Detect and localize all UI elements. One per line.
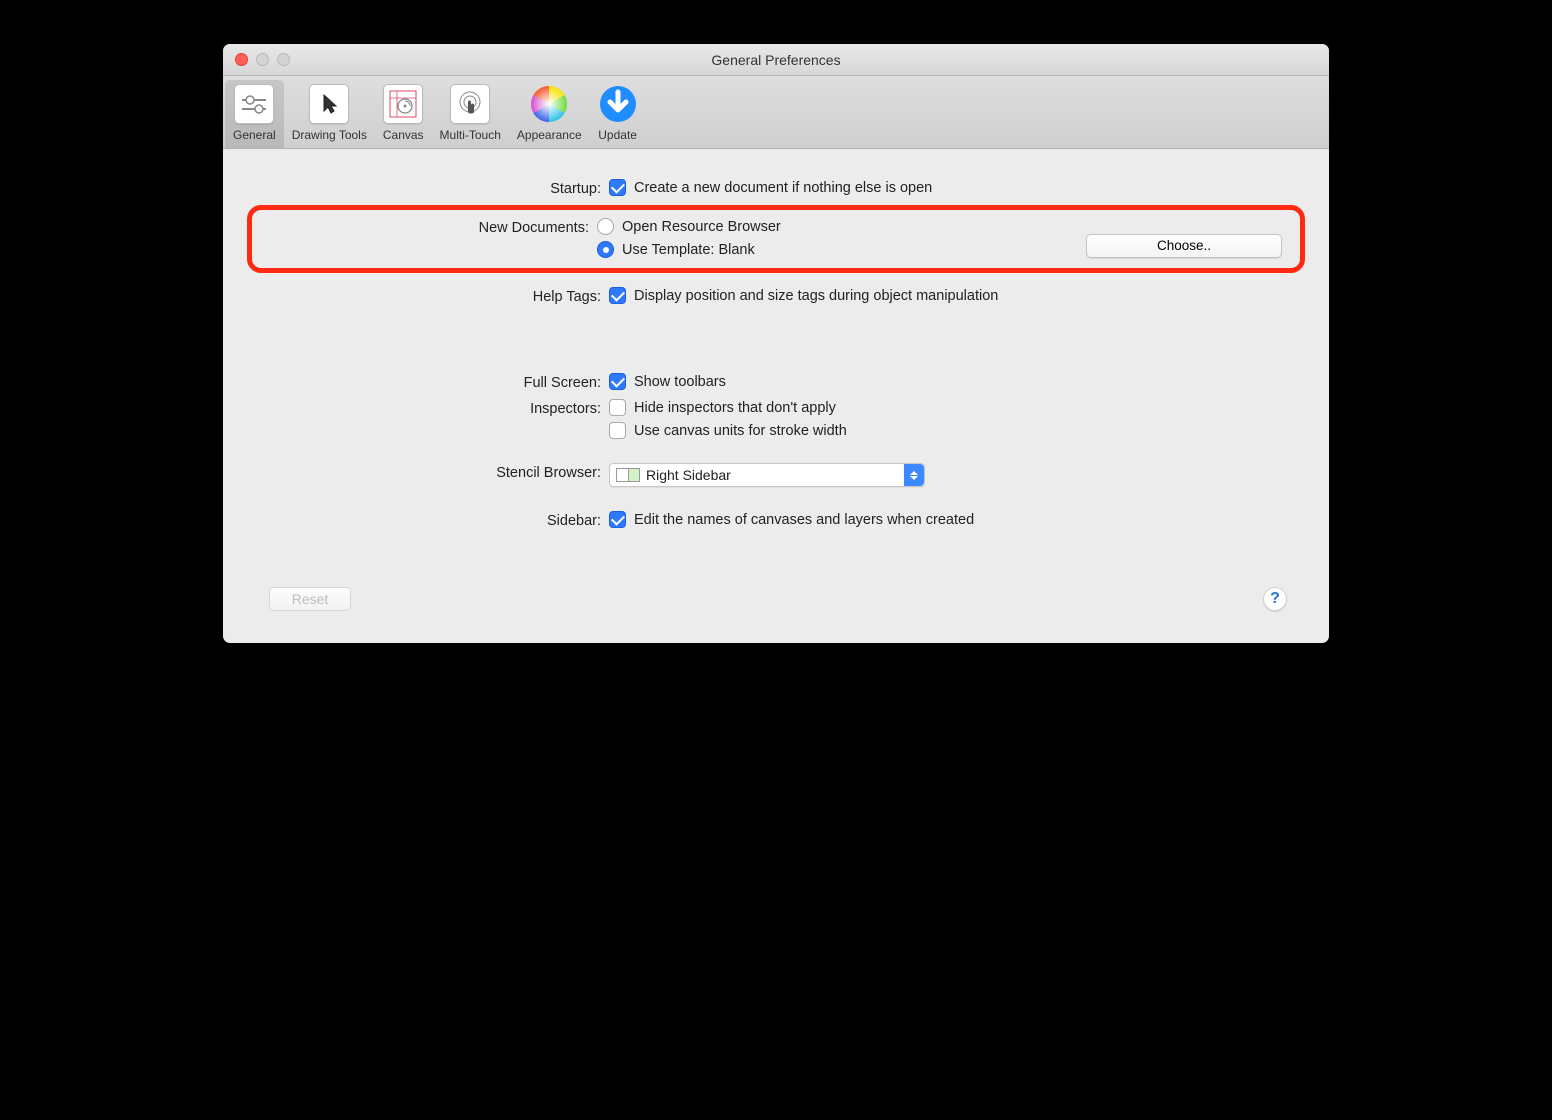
chevron-up-down-icon [904, 464, 924, 486]
startup-label: Startup: [247, 179, 609, 197]
checkbox-label: Show toolbars [634, 374, 726, 390]
new-documents-label: New Documents: [252, 218, 597, 236]
tab-general[interactable]: General [225, 80, 284, 148]
tab-label: Update [598, 128, 637, 142]
tab-label: Drawing Tools [292, 128, 367, 142]
preferences-window: General Preferences General Drawing Tool… [223, 44, 1329, 643]
checkbox-label: Hide inspectors that don't apply [634, 400, 836, 416]
color-wheel-icon [529, 84, 569, 124]
checkbox-icon [609, 399, 626, 416]
sidebar-position-icon [616, 468, 640, 482]
tab-label: Canvas [383, 128, 424, 142]
stencil-browser-label: Stencil Browser: [247, 463, 609, 481]
checkbox-label: Use canvas units for stroke width [634, 423, 847, 439]
zoom-icon [277, 53, 290, 66]
radio-icon [597, 241, 614, 258]
download-icon [598, 84, 638, 124]
checkbox-icon [609, 287, 626, 304]
checkbox-icon [609, 373, 626, 390]
content-area: Startup: Create a new document if nothin… [223, 149, 1329, 643]
radio-icon [597, 218, 614, 235]
tab-canvas[interactable]: Canvas [375, 80, 432, 148]
radio-label: Open Resource Browser [622, 219, 781, 235]
tab-label: General [233, 128, 276, 142]
help-tags-checkbox[interactable]: Display position and size tags during ob… [609, 287, 1305, 304]
radio-label: Use Template: Blank [622, 242, 755, 258]
minimize-icon [256, 53, 269, 66]
reset-button[interactable]: Reset [269, 587, 351, 611]
close-icon[interactable] [235, 53, 248, 66]
startup-create-new-checkbox[interactable]: Create a new document if nothing else is… [609, 179, 1305, 196]
full-screen-toolbars-checkbox[interactable]: Show toolbars [609, 373, 1305, 390]
canvas-icon [383, 84, 423, 124]
stencil-browser-select[interactable]: Right Sidebar [609, 463, 925, 487]
preferences-toolbar: General Drawing Tools Canva [223, 76, 1329, 149]
choose-template-button[interactable]: Choose.. [1086, 234, 1282, 258]
tab-label: Multi-Touch [440, 128, 501, 142]
sidebar-label: Sidebar: [247, 511, 609, 529]
canvas-units-checkbox[interactable]: Use canvas units for stroke width [609, 422, 1305, 439]
help-button[interactable]: ? [1263, 587, 1287, 611]
tab-drawing-tools[interactable]: Drawing Tools [284, 80, 375, 148]
hide-inspectors-checkbox[interactable]: Hide inspectors that don't apply [609, 399, 1305, 416]
window-title: General Preferences [223, 52, 1329, 68]
radio-open-resource-browser[interactable]: Open Resource Browser [597, 218, 1286, 235]
tab-appearance[interactable]: Appearance [509, 80, 590, 148]
touch-icon [450, 84, 490, 124]
inspectors-label: Inspectors: [247, 399, 609, 417]
tab-label: Appearance [517, 128, 582, 142]
sliders-icon [234, 84, 274, 124]
help-tags-label: Help Tags: [247, 287, 609, 305]
select-value: Right Sidebar [646, 467, 731, 483]
checkbox-icon [609, 179, 626, 196]
checkbox-icon [609, 422, 626, 439]
tab-multi-touch[interactable]: Multi-Touch [432, 80, 509, 148]
window-controls [223, 53, 290, 66]
checkbox-icon [609, 511, 626, 528]
titlebar: General Preferences [223, 44, 1329, 76]
full-screen-label: Full Screen: [247, 373, 609, 391]
checkbox-label: Create a new document if nothing else is… [634, 180, 932, 196]
pointer-icon [309, 84, 349, 124]
checkbox-label: Edit the names of canvases and layers wh… [634, 512, 974, 528]
new-documents-highlight: New Documents: Open Resource Browser Use… [247, 205, 1305, 273]
sidebar-edit-names-checkbox[interactable]: Edit the names of canvases and layers wh… [609, 511, 1305, 528]
checkbox-label: Display position and size tags during ob… [634, 288, 998, 304]
tab-update[interactable]: Update [590, 80, 646, 148]
